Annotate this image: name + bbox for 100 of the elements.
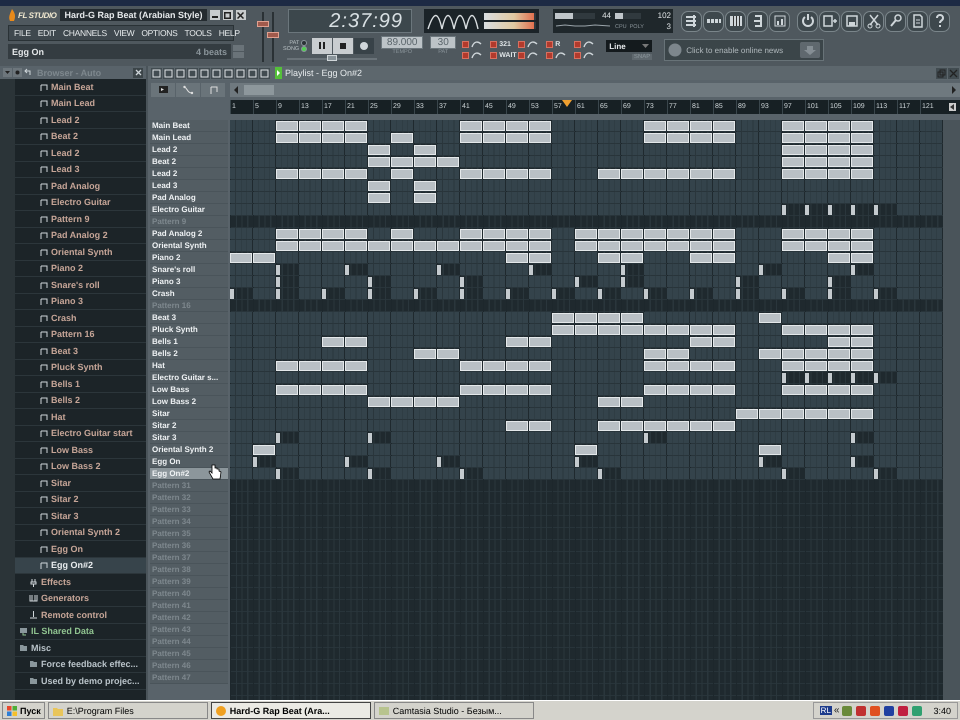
browser-item[interactable]: Beat 2 bbox=[15, 128, 146, 145]
pattern-clip[interactable] bbox=[621, 313, 643, 323]
pattern-clip[interactable] bbox=[644, 361, 666, 371]
toggle-led[interactable] bbox=[490, 41, 498, 48]
pattern-clip[interactable] bbox=[345, 121, 367, 131]
menu-item[interactable]: CHANNELS bbox=[62, 28, 107, 38]
pattern-clip[interactable] bbox=[713, 253, 735, 263]
pattern-clip[interactable] bbox=[621, 325, 643, 335]
pattern-clip[interactable] bbox=[506, 121, 528, 131]
toolbar-button[interactable] bbox=[703, 10, 724, 32]
view-button[interactable] bbox=[201, 83, 225, 97]
pattern-clip[interactable] bbox=[437, 457, 441, 467]
pattern-clip[interactable] bbox=[644, 229, 666, 239]
pattern-clip[interactable] bbox=[437, 157, 459, 167]
news-bar[interactable]: Click to enable online news bbox=[664, 39, 824, 61]
toggle-led[interactable] bbox=[546, 52, 554, 59]
pattern-clip[interactable] bbox=[529, 241, 551, 251]
pattern-clip[interactable] bbox=[506, 133, 528, 143]
toolbar-button[interactable] bbox=[681, 10, 702, 32]
pattern-clip[interactable] bbox=[529, 121, 551, 131]
pattern-clip[interactable] bbox=[529, 229, 551, 239]
pattern-clip[interactable] bbox=[805, 157, 827, 167]
menu-item[interactable]: EDIT bbox=[38, 28, 56, 38]
pattern-clip[interactable] bbox=[368, 181, 390, 191]
pattern-clip[interactable] bbox=[322, 361, 344, 371]
browser-item[interactable]: Sitar 2 bbox=[15, 492, 146, 508]
pattern-clip[interactable] bbox=[828, 205, 832, 215]
tray-icon[interactable] bbox=[897, 704, 910, 716]
pattern-clip[interactable] bbox=[782, 145, 804, 155]
song-position-handle[interactable] bbox=[327, 55, 337, 61]
browser-item[interactable]: Oriental Synth 2 bbox=[15, 524, 146, 541]
pattern-clip[interactable] bbox=[575, 445, 597, 455]
pattern-clip[interactable] bbox=[598, 253, 620, 263]
pattern-clip[interactable] bbox=[759, 265, 763, 275]
browser-item[interactable]: Pattern 9 bbox=[15, 211, 146, 228]
track-name[interactable]: Sitar bbox=[150, 408, 228, 420]
browser-item[interactable]: Crash bbox=[15, 310, 146, 326]
pattern-clip[interactable] bbox=[828, 325, 850, 335]
pattern-clip[interactable] bbox=[460, 469, 464, 479]
pattern-clip[interactable] bbox=[851, 121, 873, 131]
track-name[interactable]: Low Bass 2 bbox=[150, 396, 228, 408]
browser-item[interactable]: Electro Guitar bbox=[15, 194, 146, 211]
pattern-clip[interactable] bbox=[759, 457, 763, 467]
pattern-clip[interactable] bbox=[345, 229, 367, 239]
pattern-clip[interactable] bbox=[667, 361, 689, 371]
pattern-clip[interactable] bbox=[828, 361, 850, 371]
track-name[interactable]: Bells 2 bbox=[150, 348, 228, 360]
mode-radio[interactable] bbox=[301, 40, 308, 46]
browser-item[interactable]: Pluck Synth bbox=[15, 360, 146, 376]
stop-button[interactable] bbox=[333, 38, 354, 54]
pattern-clip[interactable] bbox=[483, 229, 505, 239]
pattern-clip[interactable] bbox=[575, 325, 597, 335]
menu-item[interactable]: FILE bbox=[14, 28, 31, 38]
track-name[interactable]: Lead 2 bbox=[150, 168, 228, 180]
pattern-clip[interactable] bbox=[851, 433, 855, 443]
vertical-scrollbar[interactable] bbox=[943, 120, 960, 700]
pattern-clip[interactable] bbox=[575, 313, 597, 323]
pattern-clip[interactable] bbox=[667, 133, 689, 143]
pattern-clip[interactable] bbox=[667, 121, 689, 131]
pattern-clip[interactable] bbox=[253, 253, 275, 263]
pattern-clip[interactable] bbox=[874, 205, 878, 215]
pattern-clip[interactable] bbox=[713, 169, 735, 179]
pattern-clip[interactable] bbox=[644, 289, 648, 299]
pattern-clip[interactable] bbox=[506, 337, 528, 347]
pattern-clip[interactable] bbox=[345, 241, 367, 251]
pattern-clip[interactable] bbox=[782, 349, 804, 359]
pattern-clip[interactable] bbox=[782, 469, 786, 479]
pattern-clip[interactable] bbox=[805, 121, 827, 131]
browser-item[interactable]: Pad Analog bbox=[15, 178, 146, 194]
pattern-clip[interactable] bbox=[828, 121, 850, 131]
pattern-clip[interactable] bbox=[322, 169, 344, 179]
browser-item[interactable]: Low Bass bbox=[15, 442, 146, 458]
pattern-clip[interactable] bbox=[437, 349, 459, 359]
pattern-clip[interactable] bbox=[483, 121, 505, 131]
pattern-clip[interactable] bbox=[276, 241, 298, 251]
start-button[interactable]: Пуск bbox=[2, 702, 45, 719]
pattern-clip[interactable] bbox=[621, 253, 643, 263]
close-button[interactable] bbox=[236, 10, 246, 20]
pattern-clip[interactable] bbox=[483, 361, 505, 371]
browser-item[interactable]: Lead 3 bbox=[15, 162, 146, 178]
small-button[interactable] bbox=[233, 45, 244, 51]
pattern-clip[interactable] bbox=[782, 361, 804, 371]
pattern-clip[interactable] bbox=[299, 133, 321, 143]
browser-item[interactable]: Electro Guitar start bbox=[15, 426, 146, 442]
toolbar-button[interactable] bbox=[747, 10, 768, 32]
pattern-clip[interactable] bbox=[828, 145, 850, 155]
pattern-clip[interactable] bbox=[345, 361, 367, 371]
pattern-clip[interactable] bbox=[552, 289, 556, 299]
pattern-clip[interactable] bbox=[506, 421, 528, 431]
pattern-clip[interactable] bbox=[828, 169, 850, 179]
pattern-clip[interactable] bbox=[782, 289, 786, 299]
menu-item[interactable]: VIEW bbox=[114, 28, 134, 38]
pattern-clip[interactable] bbox=[299, 385, 321, 395]
pattern-clip[interactable] bbox=[299, 169, 321, 179]
browser-item[interactable]: Piano 3 bbox=[15, 294, 146, 310]
pattern-clip[interactable] bbox=[828, 385, 850, 395]
pattern-clip[interactable] bbox=[851, 265, 855, 275]
pattern-clip[interactable] bbox=[368, 193, 390, 203]
track-name[interactable]: Pluck Synth bbox=[150, 324, 228, 336]
pattern-clip[interactable] bbox=[621, 277, 625, 287]
